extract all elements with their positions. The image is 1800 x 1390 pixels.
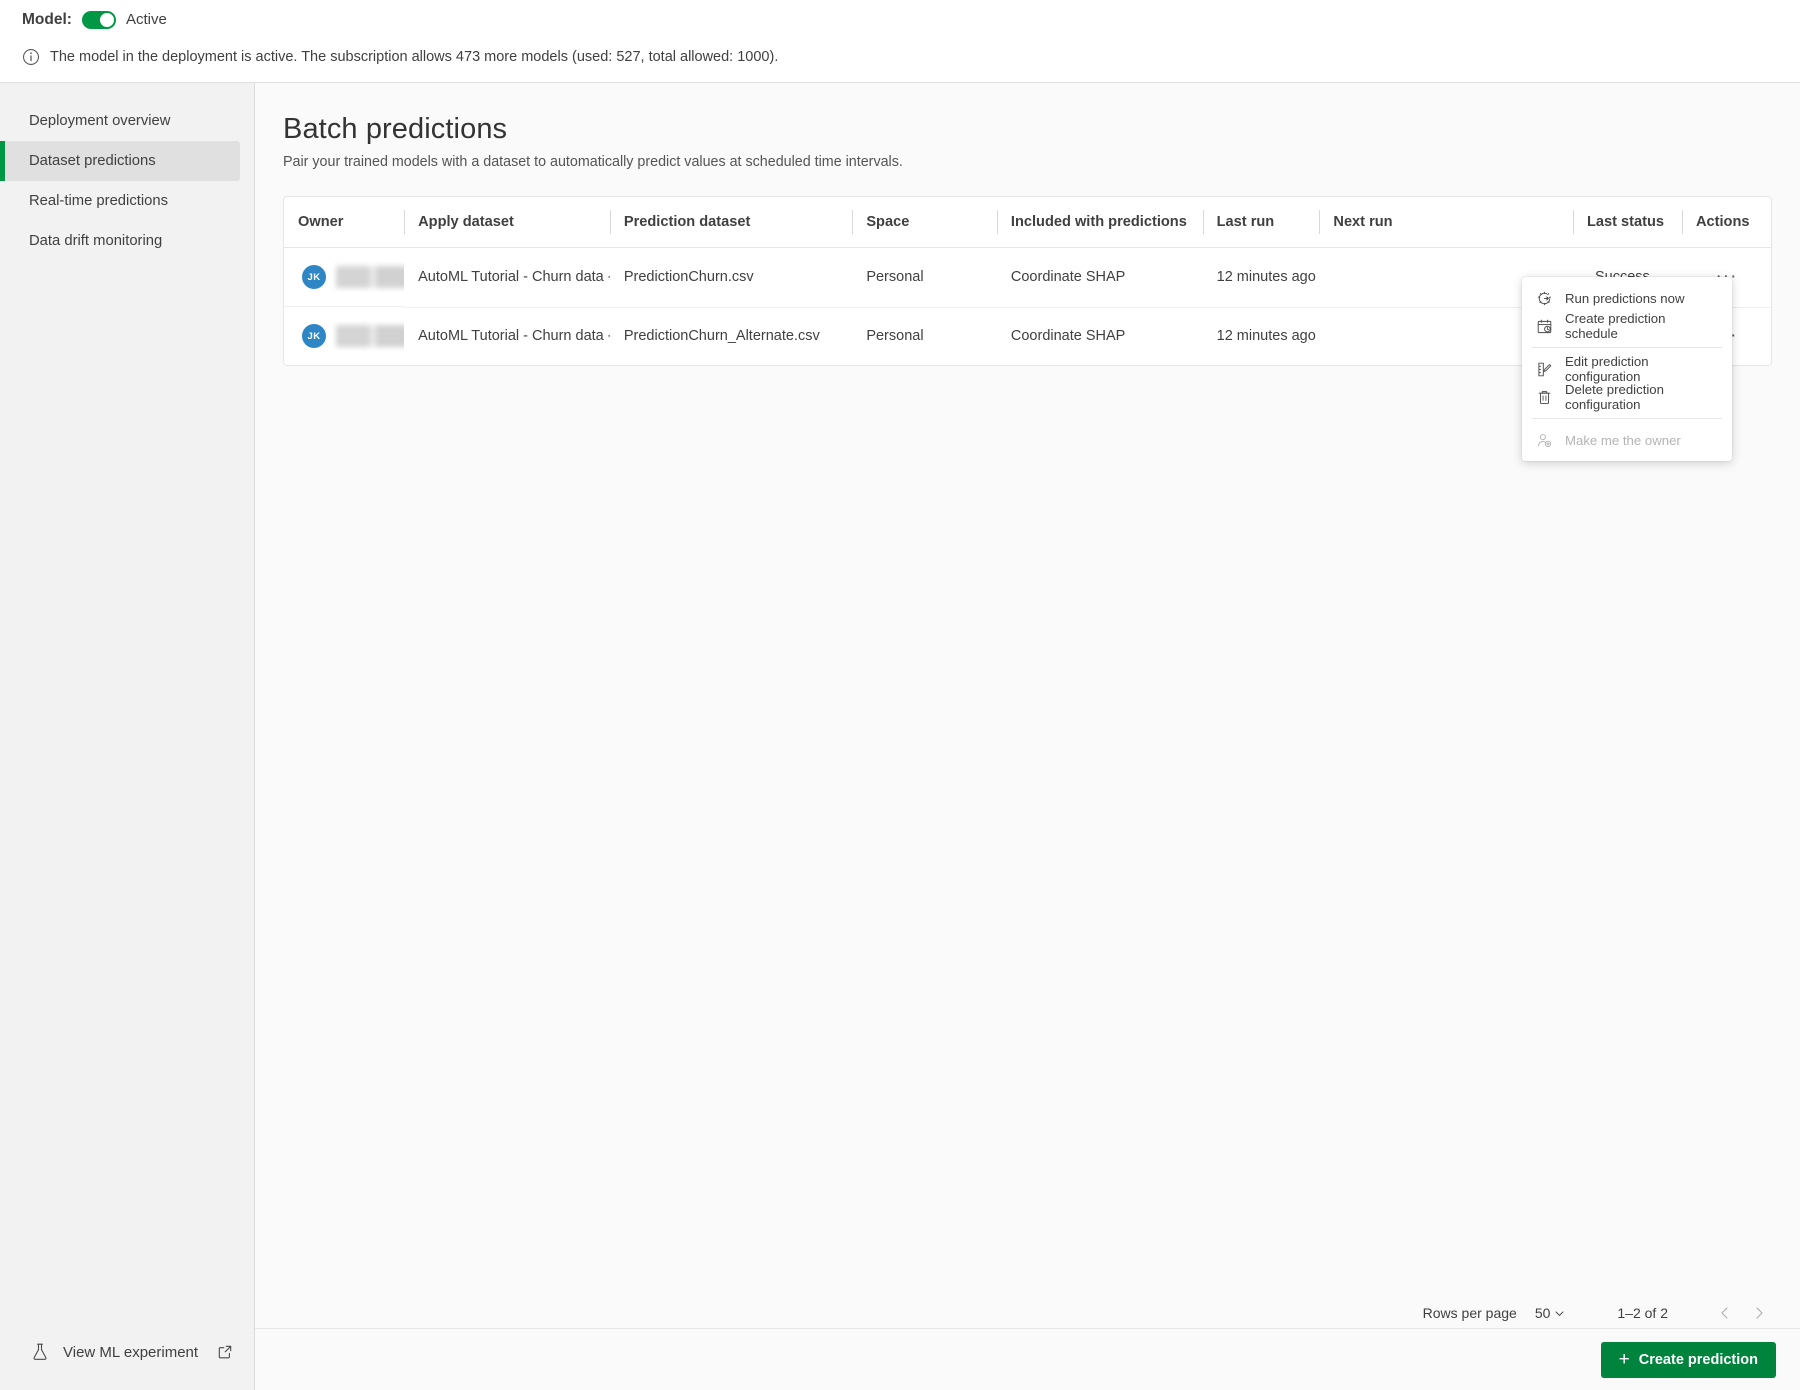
toggle-knob [99,12,114,27]
sidebar-item-label: Deployment overview [29,113,171,129]
pagination: Rows per page 50 1–2 of 2 [1423,1296,1776,1330]
cell-apply-dataset: AutoML Tutorial - Churn data - ap [404,247,610,308]
sidebar-item-label: Dataset predictions [29,153,156,169]
sidebar-item-deployment-overview[interactable]: Deployment overview [0,101,240,141]
menu-item-label: Run predictions now [1565,290,1685,306]
chevron-down-icon [1555,1310,1564,1316]
page-header: Batch predictions Pair your trained mode… [255,83,1800,170]
subscription-info-text: The model in the deployment is active. T… [50,49,779,65]
sidebar: Deployment overview Dataset predictions … [0,83,255,1390]
model-active-toggle[interactable] [81,10,116,29]
sidebar-item-data-drift-monitoring[interactable]: Data drift monitoring [0,221,240,261]
owner-name-redacted [336,266,405,288]
column-header-last-status[interactable]: Last status [1572,197,1682,248]
page-subtitle: Pair your trained models with a dataset … [283,154,903,170]
menu-item-label: Create prediction schedule [1565,311,1666,341]
create-prediction-button[interactable]: + Create prediction [1600,1341,1776,1378]
sidebar-nav: Deployment overview Dataset predictions … [0,101,254,261]
column-header-actions[interactable]: Actions [1681,197,1771,248]
footer-action-bar: + Create prediction [255,1328,1800,1390]
cell-space: Personal [866,328,924,345]
menu-item-make-me-the-owner: Make me the owner [1522,426,1732,454]
menu-item-delete-prediction-configuration[interactable]: Delete prediction configuration [1522,382,1732,412]
cell-prediction-dataset: PredictionChurn.csv [609,247,853,308]
subscription-info-row: The model in the deployment is active. T… [22,39,1778,75]
model-label: Model: [22,10,72,28]
main-content: Batch predictions Pair your trained mode… [255,83,1800,1390]
rows-per-page-value: 50 [1534,1305,1551,1321]
cell-owner: JK [284,307,405,365]
menu-item-label: Delete prediction configuration [1565,382,1664,412]
avatar: JK [302,324,326,348]
column-header-prediction-dataset[interactable]: Prediction dataset [609,197,853,248]
menu-item-create-prediction-schedule[interactable]: Create prediction schedule [1522,311,1732,341]
cell-last-run: 12 minutes ago [1216,328,1316,345]
menu-separator [1532,347,1722,348]
cell-included-with-predictions: Coordinate SHAP [1010,328,1126,345]
sidebar-item-real-time-predictions[interactable]: Real-time predictions [0,181,240,221]
rows-per-page-label: Rows per page [1422,1305,1517,1321]
model-status-row: Model: Active [22,0,1778,39]
cell-owner: JK [284,248,405,307]
page-title: Batch predictions [283,113,508,145]
edit-pencil-icon [1538,362,1552,376]
chevron-right-icon [1756,1307,1763,1319]
pagination-range-label: 1–2 of 2 [1617,1305,1668,1321]
plus-icon: + [1618,1349,1630,1370]
column-header-apply-dataset[interactable]: Apply dataset [404,197,610,248]
info-icon [22,48,40,66]
sidebar-item-label: Real-time predictions [29,193,168,209]
cell-prediction-dataset: PredictionChurn_Alternate.csv [623,328,820,345]
cell-apply-dataset: AutoML Tutorial - Churn data - ap [418,328,610,345]
cell-last-run: 12 minutes ago [1202,247,1320,308]
flask-icon [33,1343,47,1360]
view-ml-experiment-label: View ML experiment [63,1343,199,1361]
menu-item-run-predictions-now[interactable]: Run predictions now [1522,284,1732,312]
run-gear-icon [1537,291,1552,305]
column-header-included-with-predictions[interactable]: Included with predictions [996,197,1203,248]
menu-item-label: Edit prediction configuration [1565,354,1649,384]
rows-per-page-select[interactable]: 50 [1535,1305,1566,1321]
table-header-row: Owner Apply dataset Prediction dataset S… [284,197,1771,248]
row-actions-context-menu: Run predictions now Create prediction sc… [1522,277,1732,461]
trash-icon [1538,390,1551,404]
column-header-next-run[interactable]: Next run [1319,197,1573,248]
pagination-next-button[interactable] [1742,1296,1776,1330]
menu-separator [1532,418,1722,419]
sidebar-item-dataset-predictions[interactable]: Dataset predictions [0,141,240,181]
column-header-owner[interactable]: Owner [284,197,405,248]
avatar: JK [302,265,326,289]
column-header-last-run[interactable]: Last run [1202,197,1320,248]
chevron-left-icon [1721,1307,1728,1319]
model-state-label: Active [125,11,167,28]
user-add-icon [1537,433,1552,447]
menu-item-label: Make me the owner [1565,432,1681,448]
calendar-clock-icon [1537,319,1552,333]
sidebar-item-label: Data drift monitoring [29,233,163,249]
column-header-space[interactable]: Space [852,197,997,248]
create-prediction-label: Create prediction [1638,1351,1758,1368]
pagination-previous-button[interactable] [1708,1296,1742,1330]
owner-name-redacted [336,325,405,347]
cell-included-with-predictions: Coordinate SHAP [996,247,1203,308]
external-link-icon [218,1345,232,1359]
view-ml-experiment-link[interactable]: View ML experiment [0,1342,254,1390]
menu-item-edit-prediction-configuration[interactable]: Edit prediction configuration [1522,354,1732,384]
top-banner: Model: Active The model in the deploymen… [0,0,1800,83]
cell-space: Personal [852,247,997,308]
